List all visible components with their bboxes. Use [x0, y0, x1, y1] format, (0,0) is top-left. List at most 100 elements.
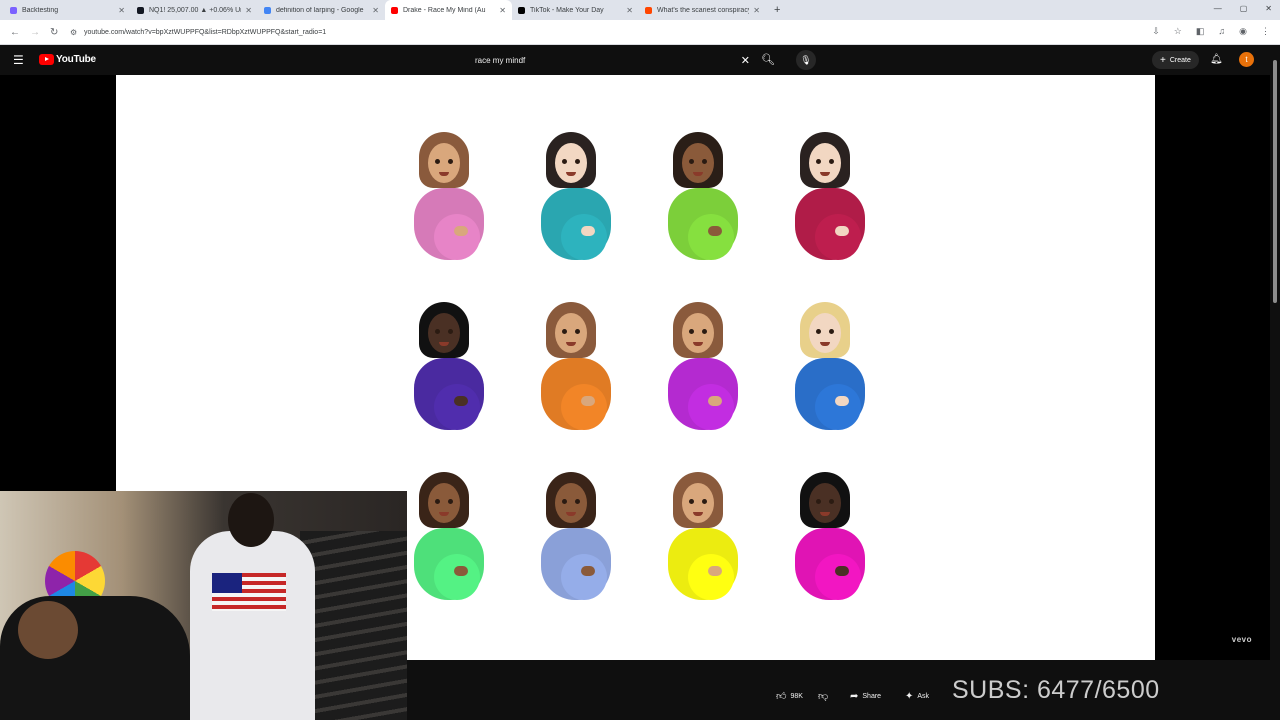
browser-tab[interactable]: definition of larping - Google ✕ — [258, 0, 385, 20]
emoji-belly — [561, 384, 607, 430]
menu-icon[interactable]: ☰ — [13, 53, 24, 67]
emoji-hand — [708, 566, 722, 576]
tab-favicon-icon — [10, 6, 17, 14]
emoji-hand — [835, 226, 849, 236]
close-tab-icon[interactable]: ✕ — [626, 6, 633, 15]
emoji-face — [682, 143, 714, 183]
address-bar-actions: ⇩ ☆ ◧ ♫ ◉ ⋮ — [1152, 26, 1270, 37]
emoji-eye — [575, 499, 580, 504]
close-tab-icon[interactable]: ✕ — [372, 6, 379, 15]
tab-favicon-icon — [518, 6, 525, 14]
subs-goal-overlay: SUBS: 6477/6500 — [952, 676, 1160, 704]
install-app-icon[interactable]: ⇩ — [1152, 26, 1160, 37]
scrollbar-thumb[interactable] — [1273, 60, 1277, 303]
emoji-face — [682, 313, 714, 353]
bookmark-star-icon[interactable]: ☆ — [1174, 26, 1182, 37]
emoji-eye — [562, 159, 567, 164]
search-icon[interactable]: 🔍︎ — [761, 53, 775, 66]
emoji-face — [555, 313, 587, 353]
emoji-face — [555, 483, 587, 523]
pregnant-woman-emoji — [406, 470, 486, 605]
plus-icon: + — [1160, 54, 1166, 66]
emoji-eye — [702, 329, 707, 334]
emoji-belly — [561, 214, 607, 260]
search-input[interactable]: race my mindf — [475, 56, 741, 65]
clear-search-icon[interactable]: ✕ — [741, 54, 750, 67]
emoji-eye — [562, 499, 567, 504]
pregnant-woman-emoji — [533, 130, 613, 265]
emoji-face — [428, 313, 460, 353]
emoji-face — [428, 143, 460, 183]
search-box[interactable]: race my mindf ✕ — [468, 52, 756, 69]
emoji-eye — [816, 499, 821, 504]
browser-tab[interactable]: Backtesting ✕ — [4, 0, 131, 20]
pregnant-woman-emoji — [660, 130, 740, 265]
tab-list: Backtesting ✕ NQ1! 25,007.00 ▲ +0.06% Unn ✕… — [4, 0, 766, 20]
emoji-eye — [575, 159, 580, 164]
emoji-face — [428, 483, 460, 523]
youtube-wordmark: YouTube — [56, 54, 96, 65]
vevo-watermark: vevo — [1231, 635, 1252, 644]
browser-menu-icon[interactable]: ⋮ — [1261, 26, 1270, 37]
emoji-hand — [581, 396, 595, 406]
extensions-icon[interactable]: ◧ — [1196, 26, 1205, 37]
dislike-button[interactable]: 👎︎ — [818, 685, 828, 707]
close-tab-icon[interactable]: ✕ — [118, 6, 125, 15]
back-icon[interactable]: ← — [10, 27, 20, 38]
create-button[interactable]: + Create — [1152, 51, 1199, 69]
close-tab-icon[interactable]: ✕ — [499, 6, 506, 15]
ask-button[interactable]: ✦ Ask — [905, 685, 929, 707]
thumbs-down-icon: 👎︎ — [818, 691, 829, 702]
emoji-belly — [434, 214, 480, 260]
emoji-face — [809, 313, 841, 353]
reload-icon[interactable]: ↻ — [50, 27, 60, 38]
pregnant-woman-emoji — [533, 300, 613, 435]
emoji-eye — [562, 329, 567, 334]
ask-label: Ask — [917, 692, 930, 700]
close-tab-icon[interactable]: ✕ — [245, 6, 252, 15]
tab-favicon-icon — [645, 6, 652, 14]
emoji-hand — [835, 566, 849, 576]
maximize-icon[interactable]: ▢ — [1240, 4, 1248, 13]
streamer-head — [228, 493, 274, 547]
tab-title: NQ1! 25,007.00 ▲ +0.06% Unn — [149, 6, 242, 14]
microphone-icon[interactable]: 🎙︎ — [796, 50, 816, 70]
notifications-bell-icon[interactable]: 🔔︎ — [1210, 54, 1223, 65]
media-controls-icon[interactable]: ♫ — [1218, 26, 1225, 37]
emoji-hand — [581, 226, 595, 236]
emoji-eye — [702, 499, 707, 504]
forward-icon[interactable]: → — [30, 27, 40, 38]
tab-favicon-icon — [137, 6, 144, 14]
tab-title: Backtesting — [22, 6, 59, 14]
browser-tab[interactable]: What's the scariest conspiracy ✕ — [639, 0, 766, 20]
share-button[interactable]: ➦ Share — [850, 685, 881, 707]
close-window-icon[interactable]: ✕ — [1265, 4, 1272, 13]
youtube-header: ☰ YouTube race my mindf ✕ 🔍︎ 🎙︎ + Create… — [0, 45, 1280, 75]
url-field[interactable]: youtube.com/watch?v=bpXztWUPPFQ&list=RDb… — [84, 29, 326, 36]
page-scrollbar[interactable] — [1270, 45, 1280, 720]
emoji-hand — [454, 226, 468, 236]
emoji-hand — [454, 566, 468, 576]
emoji-belly — [688, 214, 734, 260]
pregnant-woman-emoji — [406, 300, 486, 435]
thumbs-up-icon: 👍︎ — [776, 691, 787, 702]
new-tab-icon[interactable]: + — [774, 4, 780, 16]
profile-icon[interactable]: ◉ — [1239, 26, 1247, 37]
emoji-eye — [829, 499, 834, 504]
minimize-icon[interactable]: — — [1214, 4, 1222, 13]
browser-tab[interactable]: NQ1! 25,007.00 ▲ +0.06% Unn ✕ — [131, 0, 258, 20]
pregnant-woman-emoji — [533, 470, 613, 605]
emoji-eye — [829, 329, 834, 334]
like-button[interactable]: 👍︎ 98K — [776, 685, 803, 707]
site-info-icon[interactable]: ⚙ — [70, 28, 80, 37]
emoji-hand — [581, 566, 595, 576]
youtube-logo[interactable]: YouTube — [39, 54, 96, 65]
browser-tab[interactable]: Drake - Race My Mind (Au ✕ — [385, 0, 512, 20]
emoji-hand — [708, 226, 722, 236]
pregnant-woman-emoji — [406, 130, 486, 265]
tab-favicon-icon — [264, 6, 271, 14]
address-bar: ← → ↻ ⚙ youtube.com/watch?v=bpXztWUPPFQ&… — [0, 20, 1280, 45]
close-tab-icon[interactable]: ✕ — [753, 6, 760, 15]
browser-tab[interactable]: TikTok - Make Your Day ✕ — [512, 0, 639, 20]
account-avatar[interactable]: t — [1239, 52, 1254, 67]
